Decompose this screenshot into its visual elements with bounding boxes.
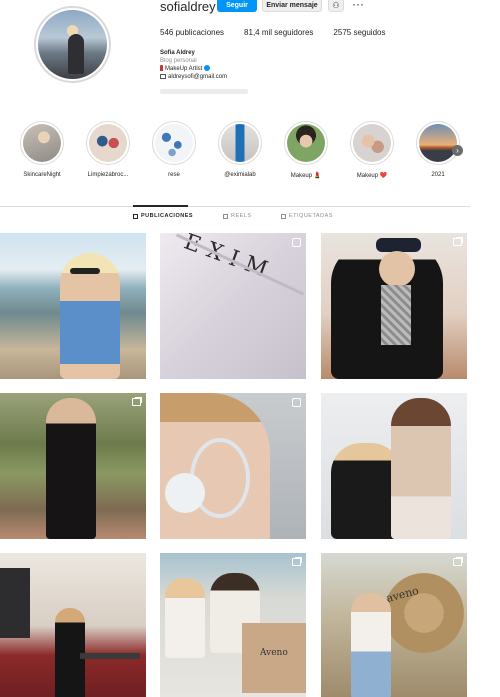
highlights-next-button[interactable]: › (452, 145, 463, 156)
post-figure (351, 593, 391, 697)
add-user-icon: ⚇ (332, 0, 340, 10)
more-options-button[interactable]: ··· (352, 0, 364, 11)
envelope-icon (160, 73, 166, 79)
tagged-icon (281, 213, 286, 219)
bio-line-makeup: MakeUp Artist (160, 65, 227, 73)
tab-publicaciones[interactable]: PUBLICACIONES (133, 213, 193, 219)
send-message-button[interactable]: Enviar mensaje (262, 0, 322, 12)
following-count[interactable]: 2575 seguidos (333, 28, 385, 37)
multi-post-icon (453, 558, 462, 566)
highlight-makeup-lipstick[interactable]: Makeup 💄 (278, 121, 334, 179)
profile-stats: 546 publicaciones 81,4 mil seguidores 25… (160, 28, 385, 37)
highlight-cover (23, 124, 61, 162)
highlight-makeup-heart[interactable]: Makeup ❤️ (344, 121, 400, 179)
suggest-user-button[interactable]: ⚇ (328, 0, 344, 12)
follow-button[interactable]: Seguir (217, 0, 257, 12)
highlight-label: SkincareNight (23, 172, 61, 178)
chevron-right-icon: › (456, 146, 459, 155)
reel-icon (292, 398, 301, 407)
post-scarf (381, 285, 411, 345)
highlight-skincarenight[interactable]: SkincareNight (14, 121, 70, 178)
bio-link-placeholder (160, 89, 248, 94)
highlight-limpiezabroc[interactable]: Limpiezabroc... (80, 121, 136, 178)
grid-icon (133, 213, 138, 219)
highlight-cover (221, 124, 259, 162)
multi-post-icon (292, 558, 301, 566)
highlight-cover (155, 124, 193, 162)
lipstick-icon (160, 65, 163, 72)
post-tile-9[interactable]: aveno (321, 553, 467, 697)
profile-avatar-ring[interactable] (34, 6, 111, 83)
highlight-label: rese (168, 172, 180, 178)
tab-etiquetadas[interactable]: ETIQUETADAS (281, 213, 333, 219)
followers-count[interactable]: 81,4 mil seguidores (244, 28, 313, 37)
verified-badge-icon (204, 65, 211, 72)
highlight-rese[interactable]: rese (146, 121, 202, 178)
sunglasses (70, 268, 100, 274)
post-tile-5[interactable] (160, 393, 306, 539)
posts-count: 546 publicaciones (160, 28, 225, 37)
highlight-cover (353, 124, 391, 162)
tabs-divider (0, 206, 470, 207)
highlight-cover (89, 124, 127, 162)
highlight-label: Makeup ❤️ (356, 173, 388, 179)
multi-post-icon (132, 398, 141, 406)
highlight-cover (419, 124, 457, 162)
post-railing (80, 653, 140, 659)
post-figure (46, 398, 96, 539)
post-tile-6[interactable] (321, 393, 467, 539)
profile-username: sofialdrey (160, 0, 216, 14)
bio-line-email: aldreysofi@gmail.com (160, 73, 227, 81)
post-tile-2[interactable]: EXIM (160, 233, 306, 379)
bio-category: Blog personal (160, 58, 197, 64)
highlight-label: Limpiezabroc... (87, 172, 129, 178)
profile-bio: Sofia Aldrey Blog personal MakeUp Artist… (160, 49, 227, 81)
post-tile-4[interactable] (0, 393, 146, 539)
bio-full-name: Sofia Aldrey (160, 50, 195, 56)
post-roll (165, 473, 205, 513)
post-tile-1[interactable] (0, 233, 146, 379)
post-tile-7[interactable] (0, 553, 146, 697)
post-face (379, 251, 415, 287)
highlight-label: Makeup 💄 (290, 173, 322, 179)
highlight-eximialab[interactable]: @eximialab (212, 121, 268, 178)
post-pampas (381, 563, 467, 663)
avatar (38, 10, 107, 79)
highlight-cover (287, 124, 325, 162)
post-text: Aveno (260, 648, 288, 658)
post-tile-3[interactable] (321, 233, 467, 379)
post-tv (0, 568, 30, 638)
reels-icon (223, 213, 228, 219)
multi-post-icon (453, 238, 462, 246)
highlight-label: 2021 (431, 172, 445, 178)
post-bag (242, 623, 306, 693)
reel-icon (292, 238, 301, 247)
highlight-label: @eximialab (224, 172, 256, 178)
tab-reels[interactable]: REELS (223, 213, 252, 219)
post-hat (376, 238, 421, 252)
post-line (175, 233, 305, 296)
post-figure (165, 578, 205, 658)
post-figure (391, 398, 451, 539)
post-tile-8[interactable]: Aveno (160, 553, 306, 697)
active-tab-indicator (133, 205, 188, 207)
